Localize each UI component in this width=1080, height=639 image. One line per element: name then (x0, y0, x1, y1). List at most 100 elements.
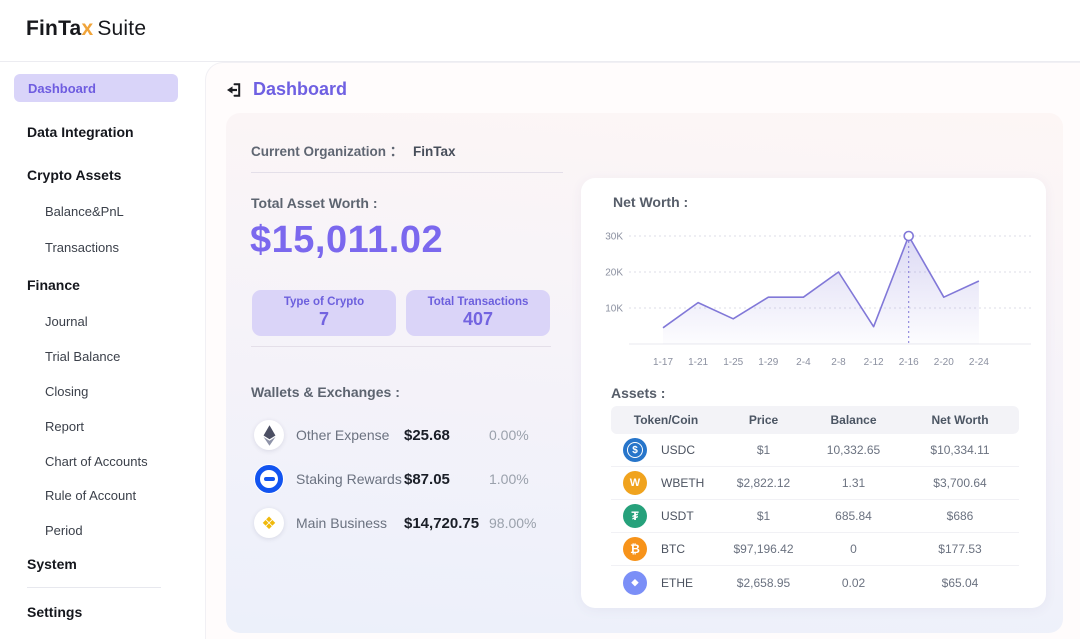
table-row-wbeth: W WBETH $2,822.12 1.31 $3,700.64 (611, 467, 1019, 500)
stats-divider (251, 346, 551, 347)
sidebar-item-trial-balance[interactable]: Trial Balance (45, 349, 120, 364)
brand-rest: Suite (97, 17, 146, 40)
col-balance: Balance (806, 413, 901, 427)
token-balance: 10,332.65 (806, 443, 901, 457)
token-balance: 685.84 (806, 509, 901, 523)
app-root: FinTaxSuite Dashboard Data Integration C… (0, 0, 1080, 639)
current-organization-label: Current Organization ： (251, 144, 403, 159)
sidebar-item-system[interactable]: System (27, 556, 77, 572)
sidebar-item-data-integration[interactable]: Data Integration (27, 124, 134, 140)
token-price: $1 (721, 443, 806, 457)
svg-text:1-25: 1-25 (723, 357, 743, 368)
ethe-icon: ◆ (623, 571, 647, 595)
assets-label: Assets : (611, 385, 665, 401)
binance-icon: ❖ (254, 508, 284, 538)
networth-label: Net Worth : (613, 194, 688, 210)
token-symbol: USDC (661, 443, 695, 457)
token-balance: 0.02 (806, 576, 901, 590)
token-net-worth: $65.04 (901, 576, 1019, 590)
main-content: Dashboard Current Organization ： FinTax … (205, 62, 1080, 639)
table-row-usdt: ₮ USDT $1 685.84 $686 (611, 500, 1019, 533)
dashboard-panel: Current Organization ： FinTax Total Asse… (226, 113, 1063, 633)
total-asset-worth-label: Total Asset Worth : (251, 195, 378, 211)
page-title: Dashboard (253, 79, 347, 100)
svg-text:2-24: 2-24 (969, 357, 989, 368)
btc-icon: ₿ (623, 537, 647, 561)
wallet-name: Main Business (296, 515, 404, 531)
sidebar-item-rule-of-account[interactable]: Rule of Account (45, 488, 136, 503)
sidebar-item-settings[interactable]: Settings (27, 604, 82, 620)
wallet-percent: 1.00% (489, 471, 529, 487)
stat-card-total-transactions: Total Transactions 407 (406, 290, 550, 336)
stat-card-type-of-crypto: Type of Crypto 7 (252, 290, 396, 336)
stat-value: 407 (463, 309, 493, 330)
svg-text:30K: 30K (605, 232, 623, 243)
table-row-usdc: $ USDC $1 10,332.65 $10,334.11 (611, 434, 1019, 467)
token-symbol: USDT (661, 509, 694, 523)
total-asset-worth-value: $15,011.02 (250, 219, 443, 262)
wallet-row-other-expense: Other Expense $25.68 0.00% (251, 413, 571, 457)
wallet-row-staking-rewards: Staking Rewards $87.05 1.00% (251, 457, 571, 501)
col-net-worth: Net Worth (901, 413, 1019, 427)
networth-chart[interactable]: 10K20K30K1-171-211-251-292-42-82-122-162… (593, 224, 1033, 374)
sidebar-item-finance[interactable]: Finance (27, 277, 80, 293)
token-price: $1 (721, 509, 806, 523)
stat-label: Type of Crypto (284, 296, 364, 308)
svg-text:1-17: 1-17 (653, 357, 673, 368)
sidebar-item-closing[interactable]: Closing (45, 384, 88, 399)
table-row-ethe: ◆ ETHE $2,658.95 0.02 $65.04 (611, 566, 1019, 599)
org-divider (251, 172, 563, 173)
wallet-name: Staking Rewards (296, 471, 404, 487)
token-symbol: ETHE (661, 576, 693, 590)
svg-text:1-21: 1-21 (688, 357, 708, 368)
token-net-worth: $10,334.11 (901, 443, 1019, 457)
token-net-worth: $3,700.64 (901, 476, 1019, 490)
wbeth-icon: W (623, 471, 647, 495)
token-net-worth: $686 (901, 509, 1019, 523)
stat-label: Total Transactions (428, 296, 529, 308)
token-balance: 0 (806, 542, 901, 556)
wallet-amount: $87.05 (404, 471, 489, 488)
token-symbol: WBETH (661, 476, 704, 490)
svg-text:2-8: 2-8 (831, 357, 846, 368)
token-price: $2,658.95 (721, 576, 806, 590)
assets-table-header: Token/Coin Price Balance Net Worth (611, 406, 1019, 434)
table-row-btc: ₿ BTC $97,196.42 0 $177.53 (611, 533, 1019, 566)
sidebar-divider (27, 587, 161, 588)
sidebar-item-report[interactable]: Report (45, 419, 84, 434)
sidebar-item-period[interactable]: Period (45, 523, 83, 538)
sidebar: Dashboard Data Integration Crypto Assets… (0, 62, 205, 639)
sidebar-item-journal[interactable]: Journal (45, 314, 88, 329)
coinbase-icon (254, 464, 284, 494)
assets-table: Token/Coin Price Balance Net Worth $ USD… (611, 406, 1019, 599)
sidebar-item-transactions[interactable]: Transactions (45, 240, 119, 255)
summary-stats: Type of Crypto 7 Total Transactions 407 (252, 290, 550, 336)
sidebar-item-dashboard[interactable]: Dashboard (14, 74, 178, 102)
wallet-amount: $14,720.75 (404, 515, 489, 532)
ethereum-icon (254, 420, 284, 450)
col-token-coin: Token/Coin (611, 413, 721, 427)
networth-assets-card: Net Worth : 10K 20K 30K 1-17 1-21 1-25 1-29 2-4… (581, 178, 1046, 608)
stat-value: 7 (319, 309, 329, 330)
page-header: Dashboard (225, 79, 347, 100)
current-organization-value: FinTax (413, 144, 456, 159)
brand-logo: FinTaxSuite (26, 17, 146, 41)
svg-text:1-29: 1-29 (758, 357, 778, 368)
wallets-exchanges-label: Wallets & Exchanges : (251, 384, 400, 400)
token-price: $97,196.42 (721, 542, 806, 556)
networth-chart-svg: 10K20K30K1-171-211-251-292-42-82-122-162… (593, 224, 1033, 374)
svg-text:2-16: 2-16 (899, 357, 919, 368)
back-icon[interactable] (225, 81, 243, 99)
svg-text:20K: 20K (605, 268, 623, 279)
wallet-row-main-business: ❖ Main Business $14,720.75 98.00% (251, 501, 571, 545)
sidebar-item-balance-pnl[interactable]: Balance&PnL (45, 204, 124, 219)
sidebar-item-chart-of-accounts[interactable]: Chart of Accounts (45, 454, 148, 469)
svg-text:10K: 10K (605, 304, 623, 315)
brand-bold: FinTa (26, 17, 81, 40)
usdc-icon: $ (623, 438, 647, 462)
svg-text:2-20: 2-20 (934, 357, 954, 368)
svg-text:2-4: 2-4 (796, 357, 811, 368)
wallet-percent: 0.00% (489, 427, 529, 443)
col-price: Price (721, 413, 806, 427)
sidebar-item-crypto-assets[interactable]: Crypto Assets (27, 167, 121, 183)
